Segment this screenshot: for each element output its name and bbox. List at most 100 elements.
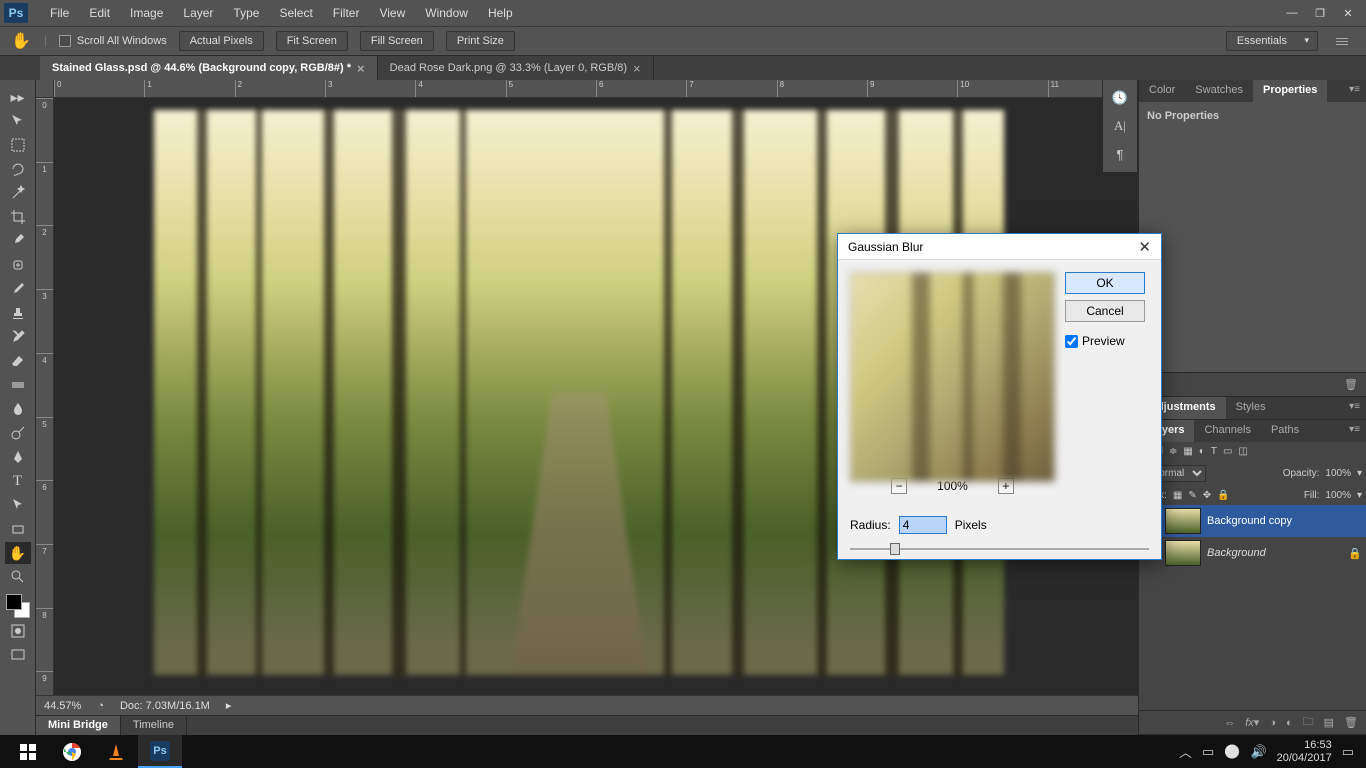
tab-timeline[interactable]: Timeline xyxy=(121,716,187,735)
menu-image[interactable]: Image xyxy=(120,2,173,24)
doc-info-icon[interactable]: ◔ xyxy=(97,700,104,712)
marquee-tool[interactable] xyxy=(5,134,31,156)
panel-menu-icon[interactable]: ▾≡ xyxy=(1343,80,1366,102)
layer-thumbnail[interactable] xyxy=(1165,508,1201,534)
zoom-tool[interactable] xyxy=(5,566,31,588)
group-icon[interactable]: 🗀 xyxy=(1303,713,1314,732)
fill-screen-button[interactable]: Fill Screen xyxy=(360,31,434,51)
eyedropper-tool[interactable] xyxy=(5,230,31,252)
layer-background[interactable]: 👁 Background 🔒 xyxy=(1139,537,1366,569)
close-button[interactable]: ✕ xyxy=(1334,3,1362,23)
tab-styles[interactable]: Styles xyxy=(1226,397,1276,419)
fit-screen-button[interactable]: Fit Screen xyxy=(276,31,348,51)
kind-dropdown-icon[interactable]: ≑ xyxy=(1169,446,1177,457)
close-icon[interactable]: × xyxy=(633,61,641,76)
filter-smart-icon[interactable]: ◫ xyxy=(1238,446,1247,457)
tab-paths[interactable]: Paths xyxy=(1261,420,1309,442)
ruler-origin[interactable] xyxy=(36,80,54,98)
filter-pixel-icon[interactable]: ▦ xyxy=(1183,446,1192,457)
stamp-tool[interactable] xyxy=(5,302,31,324)
trash-icon[interactable]: 🗑 xyxy=(1344,716,1358,729)
tray-volume-icon[interactable]: 🔊 xyxy=(1250,744,1266,760)
layer-thumbnail[interactable] xyxy=(1165,540,1201,566)
trash-icon[interactable]: 🗑 xyxy=(1344,378,1358,391)
history-brush-tool[interactable] xyxy=(5,326,31,348)
menu-file[interactable]: File xyxy=(40,2,79,24)
cancel-button[interactable]: Cancel xyxy=(1065,300,1145,322)
taskbar-vlc[interactable] xyxy=(94,735,138,768)
menu-type[interactable]: Type xyxy=(223,2,269,24)
healing-tool[interactable] xyxy=(5,254,31,276)
tray-wifi-icon[interactable]: ⚪ xyxy=(1224,744,1240,760)
lock-position-icon[interactable]: ✥ xyxy=(1203,490,1211,501)
character-panel-icon[interactable]: A| xyxy=(1107,114,1133,138)
doc-tab-stained-glass[interactable]: Stained Glass.psd @ 44.6% (Background co… xyxy=(40,56,378,80)
action-center-icon[interactable]: ▭ xyxy=(1342,744,1354,760)
taskbar-photoshop[interactable]: Ps xyxy=(138,735,182,768)
menu-filter[interactable]: Filter xyxy=(323,2,370,24)
preview-checkbox[interactable]: Preview xyxy=(1065,334,1145,348)
type-tool[interactable]: T xyxy=(5,470,31,492)
actual-pixels-button[interactable]: Actual Pixels xyxy=(179,31,264,51)
vertical-ruler[interactable]: 0123456789 xyxy=(36,98,54,735)
screen-mode-tool[interactable] xyxy=(5,644,31,666)
menu-edit[interactable]: Edit xyxy=(79,2,120,24)
menu-window[interactable]: Window xyxy=(415,2,478,24)
adjustment-icon[interactable]: ◐ xyxy=(1286,717,1293,729)
lasso-tool[interactable] xyxy=(5,158,31,180)
horizontal-ruler[interactable]: 01234567891011 xyxy=(54,80,1138,98)
panel-menu-icon[interactable]: ▾≡ xyxy=(1343,397,1366,419)
menu-view[interactable]: View xyxy=(369,2,415,24)
start-button[interactable] xyxy=(6,735,50,768)
tray-chevron-icon[interactable]: ︿ xyxy=(1179,742,1192,761)
hand-tool[interactable]: ✋ xyxy=(5,542,31,564)
wand-tool[interactable] xyxy=(5,182,31,204)
lock-all-icon[interactable]: 🔒 xyxy=(1217,490,1229,501)
crop-tool[interactable] xyxy=(5,206,31,228)
dodge-tool[interactable] xyxy=(5,422,31,444)
brush-tool[interactable] xyxy=(5,278,31,300)
taskbar-clock[interactable]: 16:53 20/04/2017 xyxy=(1277,739,1332,763)
collapse-toolbox-icon[interactable]: ▸▸ xyxy=(5,86,31,108)
history-panel-icon[interactable]: 🕓 xyxy=(1107,86,1133,110)
panel-menu-icon[interactable]: ▾≡ xyxy=(1343,420,1366,442)
menu-help[interactable]: Help xyxy=(478,2,523,24)
close-icon[interactable]: × xyxy=(357,61,365,76)
hand-tool-icon[interactable]: ✋ xyxy=(10,30,32,52)
blur-preview[interactable] xyxy=(850,272,1055,482)
doc-tab-dead-rose[interactable]: Dead Rose Dark.png @ 33.3% (Layer 0, RGB… xyxy=(378,56,654,80)
paragraph-panel-icon[interactable]: ¶ xyxy=(1107,142,1133,166)
status-menu-icon[interactable]: ▸ xyxy=(226,699,232,712)
tab-channels[interactable]: Channels xyxy=(1194,420,1260,442)
workspace-switcher[interactable]: Essentials xyxy=(1226,31,1318,51)
menu-select[interactable]: Select xyxy=(269,2,322,24)
slider-thumb[interactable] xyxy=(890,543,900,555)
menu-layer[interactable]: Layer xyxy=(173,2,223,24)
filter-type-icon[interactable]: T xyxy=(1211,446,1217,457)
move-tool[interactable] xyxy=(5,110,31,132)
filter-adjust-icon[interactable]: ◐ xyxy=(1199,446,1205,457)
new-layer-icon[interactable]: ▤ xyxy=(1324,716,1334,729)
eraser-tool[interactable] xyxy=(5,350,31,372)
minimize-button[interactable]: — xyxy=(1278,3,1306,23)
blur-tool[interactable] xyxy=(5,398,31,420)
print-size-button[interactable]: Print Size xyxy=(446,31,515,51)
tab-mini-bridge[interactable]: Mini Bridge xyxy=(36,716,121,735)
radius-input[interactable] xyxy=(899,516,947,534)
opacity-value[interactable]: 100% xyxy=(1325,468,1351,479)
lock-transparent-icon[interactable]: ▦ xyxy=(1173,490,1182,501)
lock-pixels-icon[interactable]: ✎ xyxy=(1188,490,1196,501)
mask-icon[interactable]: ◑ xyxy=(1269,717,1276,729)
scroll-all-checkbox[interactable]: Scroll All Windows xyxy=(59,35,167,47)
restore-button[interactable]: ❐ xyxy=(1306,3,1334,23)
layer-background-copy[interactable]: 👁 Background copy xyxy=(1139,505,1366,537)
path-select-tool[interactable] xyxy=(5,494,31,516)
taskbar-chrome[interactable] xyxy=(50,735,94,768)
tab-swatches[interactable]: Swatches xyxy=(1185,80,1253,102)
filter-shape-icon[interactable]: ▭ xyxy=(1223,446,1232,457)
fill-value[interactable]: 100% xyxy=(1325,490,1351,501)
color-swatch[interactable] xyxy=(6,594,30,618)
ok-button[interactable]: OK xyxy=(1065,272,1145,294)
tab-properties[interactable]: Properties xyxy=(1253,80,1327,102)
fx-icon[interactable]: fx▾ xyxy=(1245,716,1259,729)
